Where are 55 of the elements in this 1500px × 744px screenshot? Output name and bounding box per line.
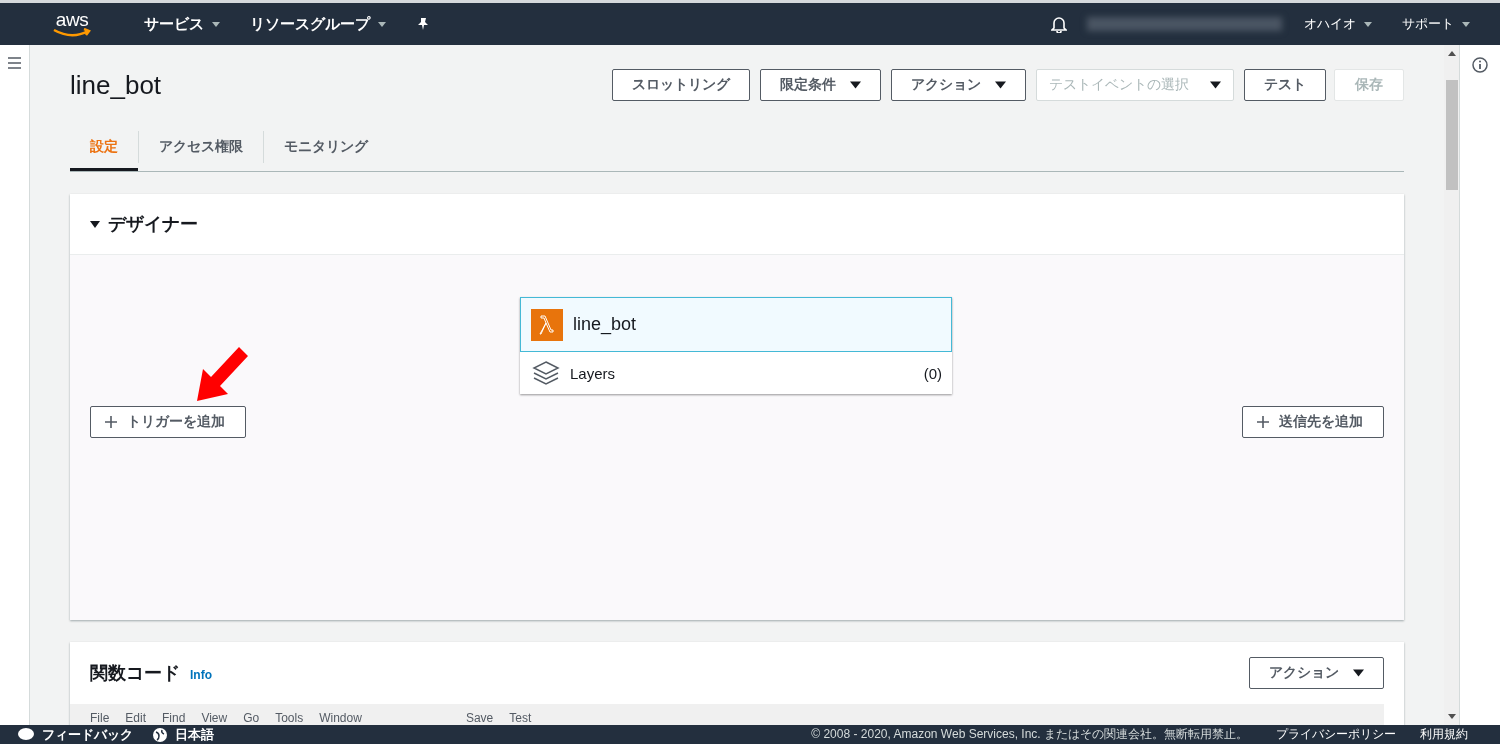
scroll-down-icon[interactable] bbox=[1447, 714, 1456, 719]
lambda-icon bbox=[531, 308, 563, 341]
editor-action[interactable]: Save bbox=[465, 711, 494, 725]
footer-link[interactable]: プライバシーポリシー bbox=[1276, 726, 1396, 743]
pin-icon[interactable] bbox=[416, 17, 430, 31]
editor-menu-item[interactable]: Window bbox=[319, 711, 362, 725]
nav-menu[interactable]: オハイオ bbox=[1304, 15, 1372, 33]
add-trigger-button[interactable]: トリガーを追加 bbox=[90, 406, 246, 438]
editor-menu-item[interactable]: Find bbox=[162, 711, 186, 725]
annotation-arrow bbox=[195, 345, 249, 403]
copyright-text: © 2008 - 2020, Amazon Web Services, Inc. またはその関連会社。無断転用禁止。 bbox=[811, 726, 1248, 743]
add-destination-button[interactable]: 送信先を追加 bbox=[1242, 406, 1384, 438]
function-name: line_bot bbox=[573, 314, 637, 335]
layers-label: Layers bbox=[570, 364, 616, 382]
panel-title: デザイナー bbox=[108, 213, 198, 236]
expand-triangle-icon[interactable] bbox=[90, 220, 100, 228]
dropdown-button[interactable]: アクション bbox=[891, 69, 1026, 101]
caret-icon bbox=[995, 81, 1006, 89]
function-title: line_bot bbox=[70, 69, 163, 101]
layers-icon bbox=[532, 360, 560, 386]
editor-menu-item[interactable]: Go bbox=[243, 711, 260, 725]
nav-menu[interactable]: サポート bbox=[1402, 15, 1470, 33]
tab[interactable]: アクセス権限 bbox=[139, 123, 263, 171]
language-link[interactable]: 日本語 bbox=[175, 725, 214, 744]
function-node[interactable]: line_bot Layers (0) bbox=[520, 297, 952, 394]
feedback-link[interactable]: フィードバック bbox=[42, 725, 133, 744]
editor-menu-item[interactable]: View bbox=[201, 711, 228, 725]
scroll-thumb[interactable] bbox=[1445, 80, 1458, 190]
menu-icon[interactable] bbox=[8, 57, 21, 69]
editor-menu-item[interactable]: Edit bbox=[125, 711, 147, 725]
footer-link[interactable]: 利用規約 bbox=[1420, 726, 1468, 743]
toolbar-button[interactable]: テスト bbox=[1244, 69, 1326, 101]
logo-text: aws bbox=[55, 11, 89, 28]
info-icon[interactable] bbox=[1472, 57, 1488, 73]
smile-arrow-icon bbox=[53, 27, 91, 37]
layers-count: (0) bbox=[923, 364, 942, 382]
speech-bubble-icon bbox=[18, 728, 34, 741]
plus-icon bbox=[105, 416, 117, 428]
plus-icon bbox=[1257, 416, 1269, 428]
scroll-up-icon[interactable] bbox=[1447, 51, 1456, 56]
panel-title: 関数コード bbox=[90, 662, 180, 685]
caret-icon bbox=[1210, 81, 1221, 89]
dropdown-button[interactable]: アクション bbox=[1249, 657, 1384, 689]
nav-menu[interactable]: リソースグループ bbox=[250, 14, 386, 34]
caret-icon bbox=[1353, 669, 1364, 677]
nav-menu[interactable]: サービス bbox=[144, 14, 220, 34]
tab[interactable]: モニタリング bbox=[264, 123, 388, 171]
toolbar-button[interactable]: スロットリング bbox=[612, 69, 750, 101]
editor-menu-item[interactable]: File bbox=[90, 711, 110, 725]
caret-icon bbox=[850, 81, 861, 89]
editor-action[interactable]: Test bbox=[509, 711, 532, 725]
bell-icon[interactable] bbox=[1051, 15, 1067, 33]
info-link[interactable]: Info bbox=[190, 668, 212, 682]
editor-menu-item[interactable]: Tools bbox=[275, 711, 304, 725]
dropdown-button[interactable]: 限定条件 bbox=[760, 69, 881, 101]
